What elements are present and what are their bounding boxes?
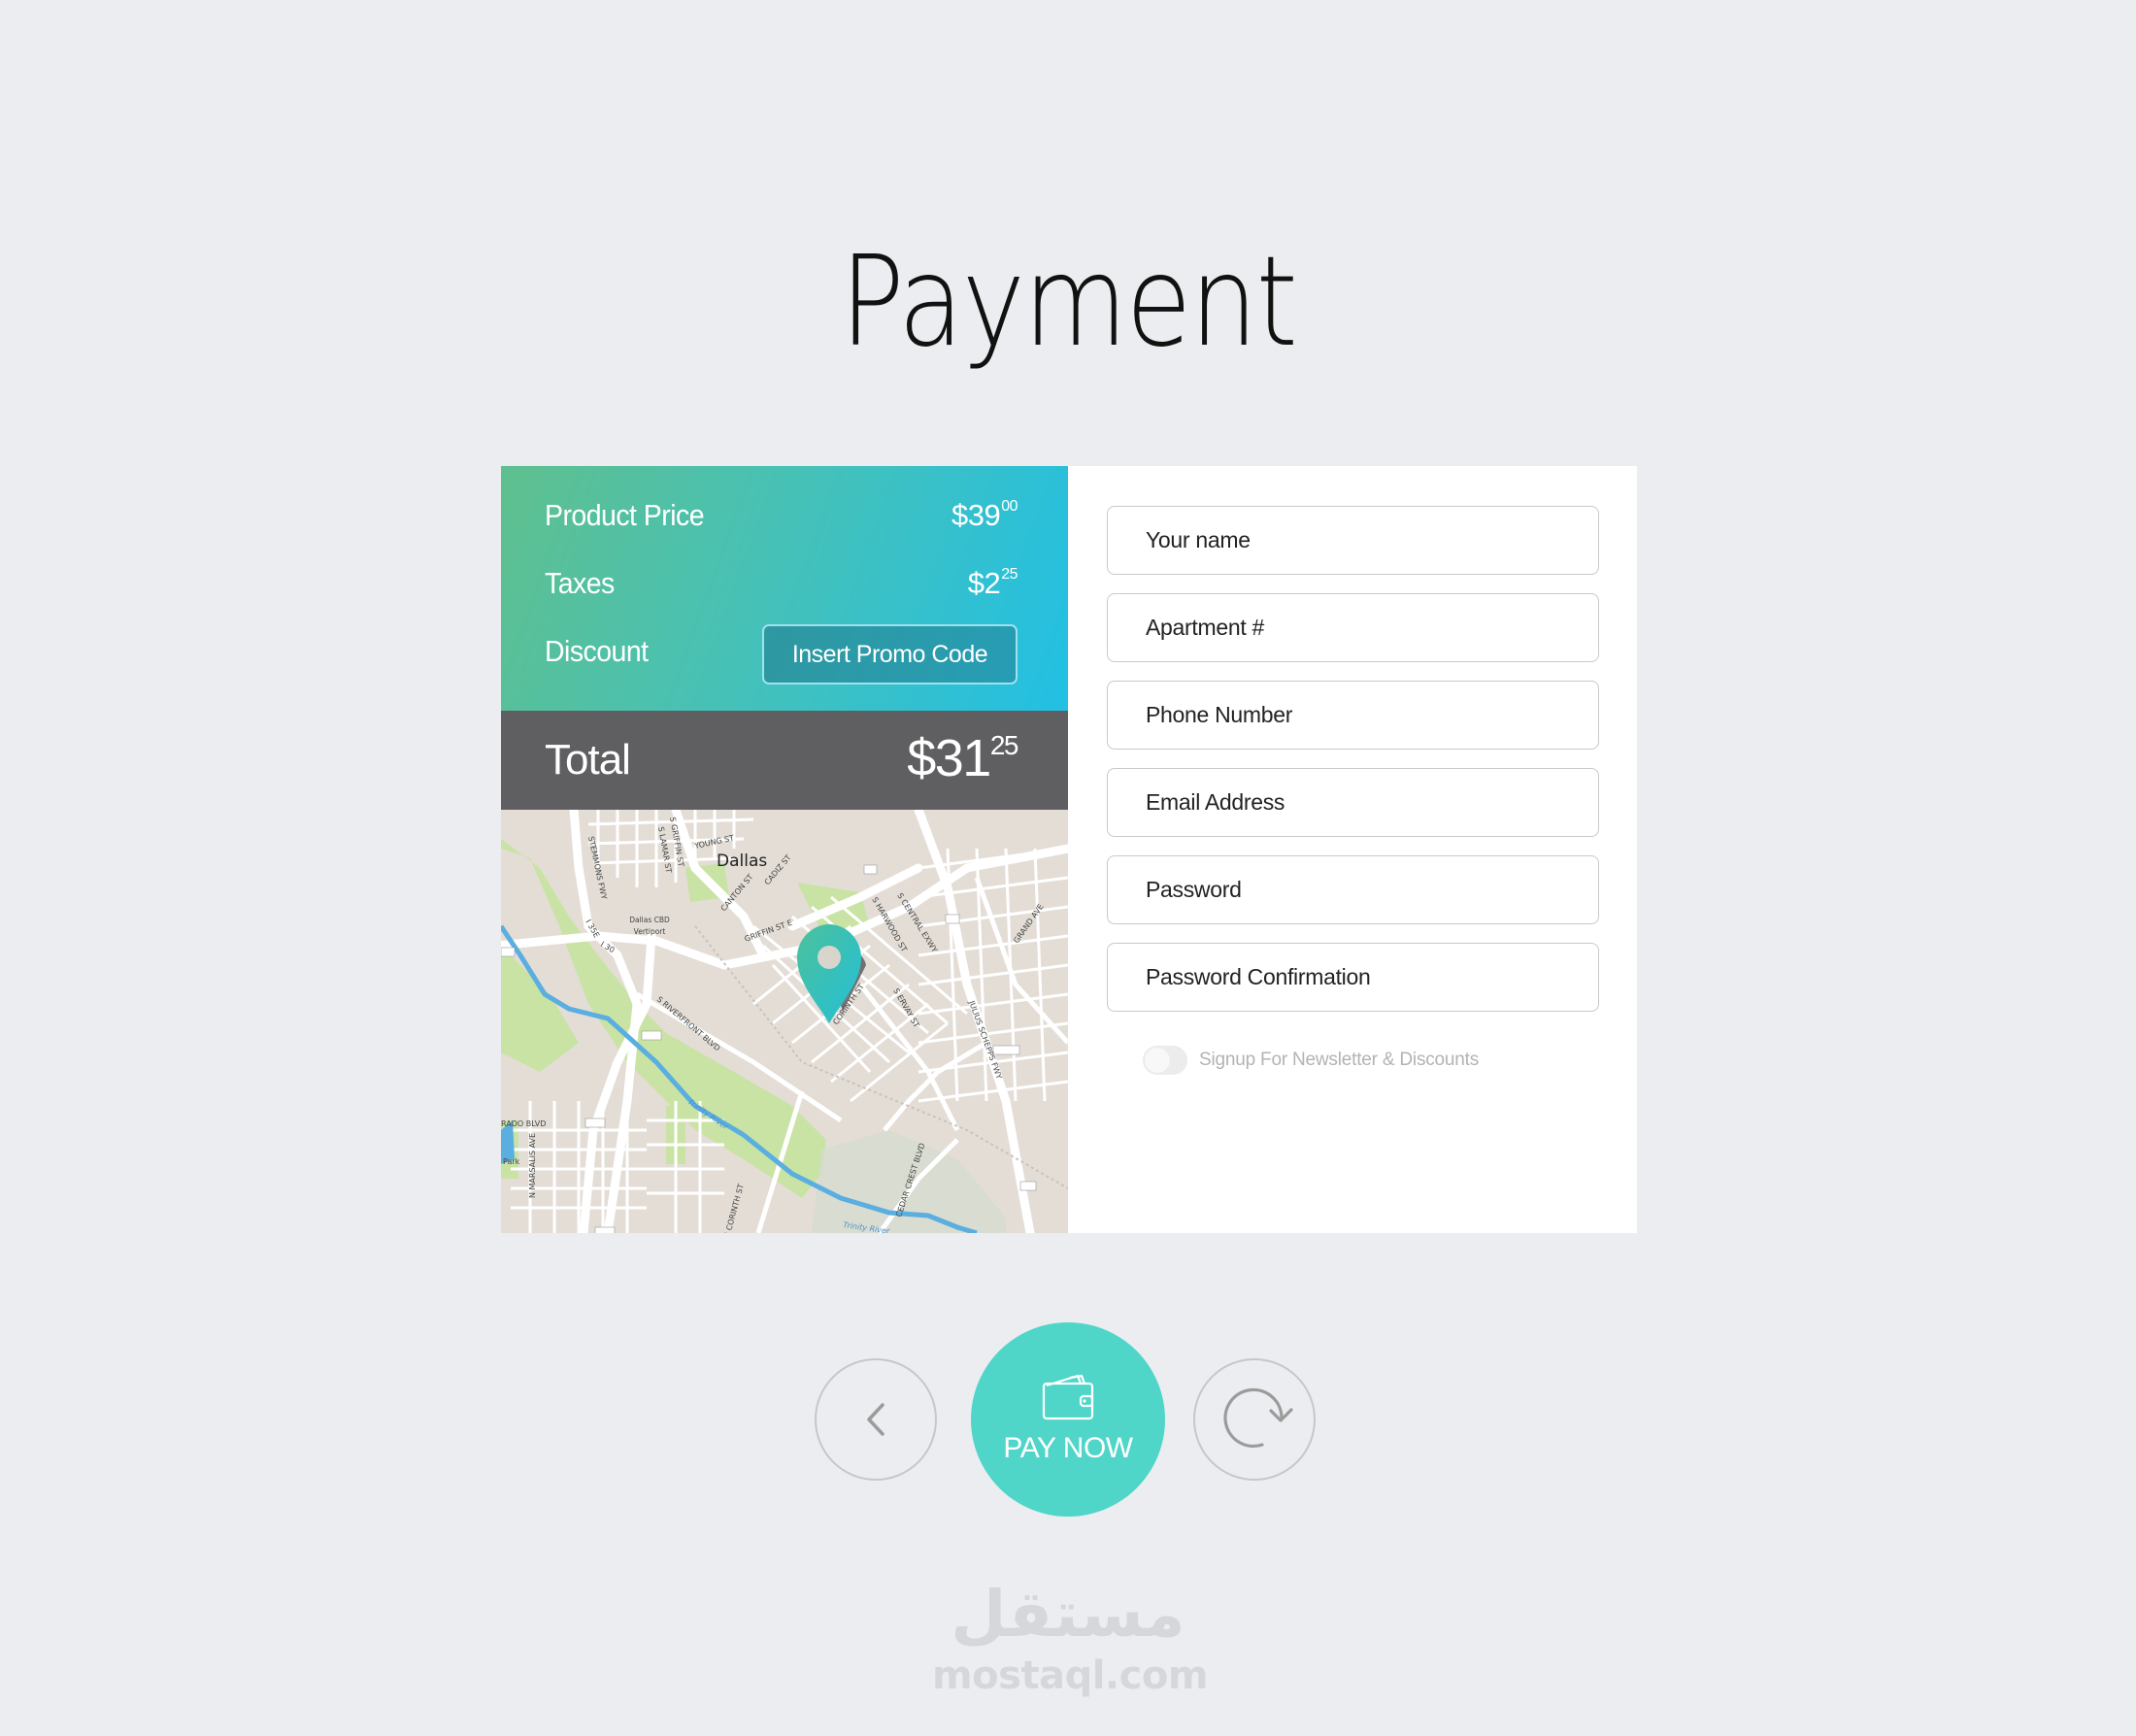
watermark-latin: mostaql.com bbox=[932, 1653, 1209, 1698]
pay-now-label: PAY NOW bbox=[1003, 1432, 1133, 1464]
pay-now-button[interactable]: PAY NOW bbox=[971, 1322, 1165, 1517]
refresh-icon bbox=[1223, 1387, 1293, 1449]
map-street-label: N MARSALIS AVE bbox=[528, 1133, 537, 1198]
email-field[interactable] bbox=[1107, 768, 1599, 837]
password-field[interactable] bbox=[1107, 855, 1599, 924]
watermark-arabic: مستقل bbox=[951, 1577, 1185, 1652]
product-price-label: Product Price bbox=[545, 498, 705, 532]
newsletter-label: Signup For Newsletter & Discounts bbox=[1199, 1050, 1480, 1070]
map-poi-label: Dallas CBD bbox=[629, 916, 670, 924]
page-title: Payment bbox=[840, 230, 1298, 375]
map-street-label: RADO BLVD bbox=[501, 1119, 546, 1128]
name-field[interactable] bbox=[1107, 506, 1599, 575]
map-street-label: Park bbox=[503, 1157, 520, 1166]
total-label: Total bbox=[545, 736, 631, 784]
wallet-icon bbox=[1042, 1374, 1094, 1420]
map-poi-label: Vertiport bbox=[634, 927, 666, 936]
order-summary-panel: Product Price $39 00 Taxes $2 25 Discount … bbox=[501, 466, 1068, 1233]
newsletter-toggle-row[interactable]: Signup For Newsletter & Discounts bbox=[1143, 1046, 1479, 1075]
location-map[interactable]: Dallas Dallas CBD Vertiport YOUNG ST S G… bbox=[501, 810, 1068, 1233]
map-canvas: Dallas Dallas CBD Vertiport YOUNG ST S G… bbox=[501, 810, 1068, 1233]
taxes-label: Taxes bbox=[545, 566, 615, 600]
map-city-label: Dallas bbox=[717, 851, 767, 871]
insert-promo-code-button[interactable]: Insert Promo Code bbox=[762, 624, 1018, 684]
apartment-field[interactable] bbox=[1107, 593, 1599, 662]
product-price-value: $39 00 bbox=[951, 498, 1018, 532]
password-confirmation-field[interactable] bbox=[1107, 943, 1599, 1012]
total-bar: Total $31 25 bbox=[501, 711, 1068, 810]
chevron-left-icon bbox=[867, 1403, 884, 1436]
customer-form: Signup For Newsletter & Discounts bbox=[1068, 466, 1637, 1233]
watermark: مستقل mostaql.com bbox=[932, 1573, 1209, 1698]
taxes-value: $2 25 bbox=[967, 566, 1018, 600]
taxes-row: Taxes $2 25 bbox=[545, 564, 1018, 603]
price-breakdown: Product Price $39 00 Taxes $2 25 Discount … bbox=[501, 466, 1068, 711]
total-value: $31 25 bbox=[907, 729, 1018, 787]
payment-card: Product Price $39 00 Taxes $2 25 Discount … bbox=[501, 466, 1637, 1233]
discount-label: Discount bbox=[545, 634, 649, 668]
back-button[interactable] bbox=[815, 1358, 937, 1481]
refresh-button[interactable] bbox=[1193, 1358, 1316, 1481]
product-price-row: Product Price $39 00 bbox=[545, 496, 1018, 535]
newsletter-toggle[interactable] bbox=[1143, 1046, 1187, 1075]
phone-field[interactable] bbox=[1107, 681, 1599, 750]
